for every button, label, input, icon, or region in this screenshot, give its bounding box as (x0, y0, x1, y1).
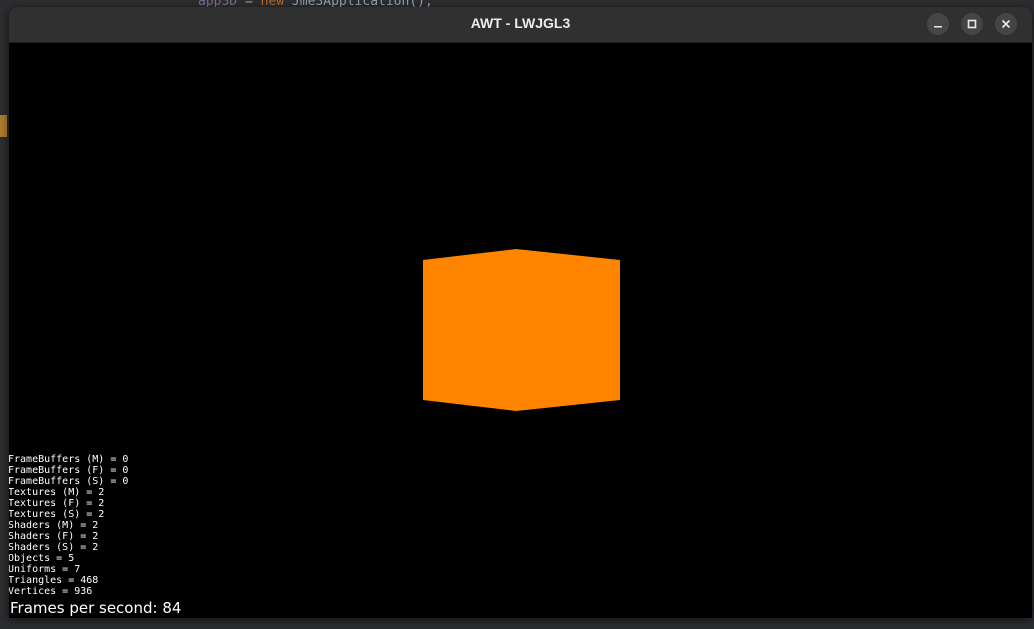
stats-line: FrameBuffers (M) = 0 (9, 454, 129, 465)
stats-line: Uniforms = 7 (9, 564, 81, 575)
stats-line: Shaders (F) = 2 (9, 531, 99, 542)
stats-line: FrameBuffers (S) = 0 (9, 476, 129, 487)
minimize-button[interactable] (927, 13, 949, 35)
close-icon (1001, 19, 1011, 29)
stats-line: Textures (F) = 2 (9, 498, 105, 509)
stats-line: Shaders (S) = 2 (9, 542, 99, 553)
stats-line: Triangles = 468 (9, 575, 99, 586)
maximize-icon (967, 19, 977, 29)
minimize-icon (934, 26, 942, 28)
stats-line: Textures (M) = 2 (9, 487, 105, 498)
title-bar[interactable]: AWT - LWJGL3 (9, 7, 1032, 43)
stats-line: FrameBuffers (F) = 0 (9, 465, 129, 476)
render-viewport[interactable]: FrameBuffers (M) = 0 FrameBuffers (F) = 0… (9, 43, 1032, 618)
maximize-button[interactable] (961, 13, 983, 35)
cube-shape (423, 249, 620, 411)
stats-line: Textures (S) = 2 (9, 509, 105, 520)
close-button[interactable] (995, 13, 1017, 35)
orange-cube (423, 249, 620, 411)
fps-counter: Frames per second: 84 (10, 599, 182, 617)
window-title: AWT - LWJGL3 (470, 15, 571, 31)
stats-line: Shaders (M) = 2 (9, 520, 99, 531)
stats-list: FrameBuffers (M) = 0 FrameBuffers (F) = 0… (9, 454, 128, 597)
app-window: AWT - LWJGL3 FrameBuffers (M) = 0 FrameBu… (9, 7, 1032, 618)
stats-line: Objects = 5 (9, 553, 75, 564)
gutter-marker (0, 115, 7, 137)
stats-line: Vertices = 936 (9, 586, 93, 597)
